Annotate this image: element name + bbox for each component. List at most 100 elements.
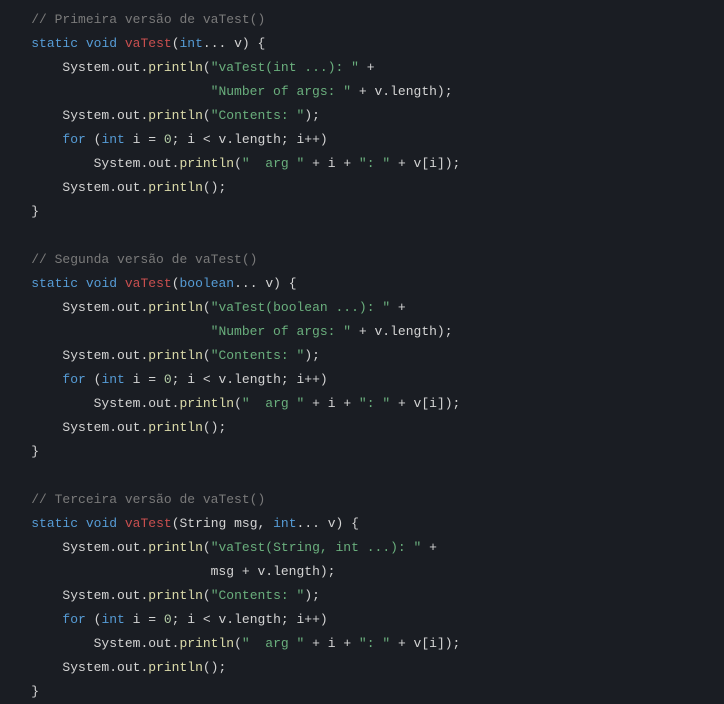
code-token: ; i < v xyxy=(172,132,227,147)
code-token: println xyxy=(148,348,203,363)
code-token: ; i++) xyxy=(281,612,328,627)
code-token: msg + v xyxy=(0,564,265,579)
code-token: out xyxy=(117,660,140,675)
code-token: System xyxy=(94,396,141,411)
code-token: } xyxy=(0,444,39,459)
code-token: println xyxy=(148,420,203,435)
code-token: } xyxy=(0,204,39,219)
code-token: vaTest xyxy=(125,36,172,51)
code-token: + i + xyxy=(304,396,359,411)
code-token: . xyxy=(109,420,117,435)
code-token: length xyxy=(234,132,281,147)
code-token: // Terceira versão de vaTest() xyxy=(31,492,265,507)
code-token: ( xyxy=(203,540,211,555)
code-token: + i + xyxy=(304,156,359,171)
code-token: + v xyxy=(351,324,382,339)
code-token: . xyxy=(109,60,117,75)
code-token: for xyxy=(62,132,85,147)
code-token: System xyxy=(62,348,109,363)
code-token: i = xyxy=(125,612,164,627)
code-token: static xyxy=(31,516,78,531)
code-token: boolean xyxy=(180,276,235,291)
code-token: println xyxy=(148,300,203,315)
code-token: static xyxy=(31,36,78,51)
code-token: + v xyxy=(351,84,382,99)
code-token: println xyxy=(179,156,234,171)
code-token: " arg " xyxy=(242,636,304,651)
code-token: ( xyxy=(86,372,102,387)
code-token: ( xyxy=(172,276,180,291)
code-token: length xyxy=(390,84,437,99)
code-token: System xyxy=(62,108,109,123)
code-token: System xyxy=(62,60,109,75)
code-token: ( xyxy=(234,396,242,411)
code-token: ": " xyxy=(359,156,390,171)
code-token: ( xyxy=(86,132,102,147)
code-token: ); xyxy=(304,588,320,603)
code-token: . xyxy=(109,660,117,675)
code-token: (); xyxy=(203,180,226,195)
code-token: for xyxy=(62,372,85,387)
code-token: " arg " xyxy=(242,156,304,171)
code-token: ( xyxy=(203,300,211,315)
code-token: "Number of args: " xyxy=(211,324,351,339)
code-token: out xyxy=(117,348,140,363)
code-token: out xyxy=(117,60,140,75)
code-token: System xyxy=(62,540,109,555)
code-token: out xyxy=(117,180,140,195)
code-token: void xyxy=(86,36,117,51)
code-token: out xyxy=(117,540,140,555)
code-token: ( xyxy=(203,108,211,123)
code-token: i = xyxy=(125,132,164,147)
code-token: System xyxy=(62,588,109,603)
code-token: println xyxy=(148,180,203,195)
code-token: . xyxy=(109,348,117,363)
code-token: "vaTest(int ...): " xyxy=(211,60,359,75)
code-token: out xyxy=(148,636,171,651)
code-token: // Primeira versão de vaTest() xyxy=(31,12,265,27)
code-token: length xyxy=(234,612,281,627)
code-token: System xyxy=(94,156,141,171)
code-token: 0 xyxy=(164,612,172,627)
code-token: int xyxy=(180,36,203,51)
code-token: . xyxy=(226,372,234,387)
code-token: int xyxy=(101,612,124,627)
code-block: // Primeira versão de vaTest() static vo… xyxy=(0,0,724,704)
code-token: . xyxy=(382,84,390,99)
code-token: String msg, xyxy=(180,516,274,531)
code-token: . xyxy=(109,588,117,603)
code-token: ; i++) xyxy=(281,372,328,387)
code-token: println xyxy=(148,588,203,603)
code-token: println xyxy=(148,108,203,123)
code-token: ( xyxy=(86,612,102,627)
code-token: ); xyxy=(437,84,453,99)
code-token: System xyxy=(94,636,141,651)
code-token: ; i < v xyxy=(172,372,227,387)
code-token: int xyxy=(101,132,124,147)
code-token: ); xyxy=(304,348,320,363)
code-token: length xyxy=(273,564,320,579)
code-token: " arg " xyxy=(242,396,304,411)
code-token: . xyxy=(109,180,117,195)
code-token: println xyxy=(148,660,203,675)
code-token: println xyxy=(148,60,203,75)
code-token: ; i < v xyxy=(172,612,227,627)
code-token: println xyxy=(148,540,203,555)
code-token: + xyxy=(359,60,382,75)
code-token: out xyxy=(117,420,140,435)
code-token: System xyxy=(62,660,109,675)
code-token: // Segunda versão de vaTest() xyxy=(31,252,257,267)
code-token: + i + xyxy=(304,636,359,651)
code-token: ( xyxy=(234,156,242,171)
code-token: "Contents: " xyxy=(211,588,305,603)
code-token: + xyxy=(390,300,413,315)
code-token: ; i++) xyxy=(281,132,328,147)
code-token: out xyxy=(117,588,140,603)
code-token: ( xyxy=(203,588,211,603)
code-token: ": " xyxy=(359,636,390,651)
code-token: "Contents: " xyxy=(211,108,305,123)
code-token: (); xyxy=(203,660,226,675)
code-token: . xyxy=(265,564,273,579)
code-token: (); xyxy=(203,420,226,435)
code-token: . xyxy=(109,108,117,123)
